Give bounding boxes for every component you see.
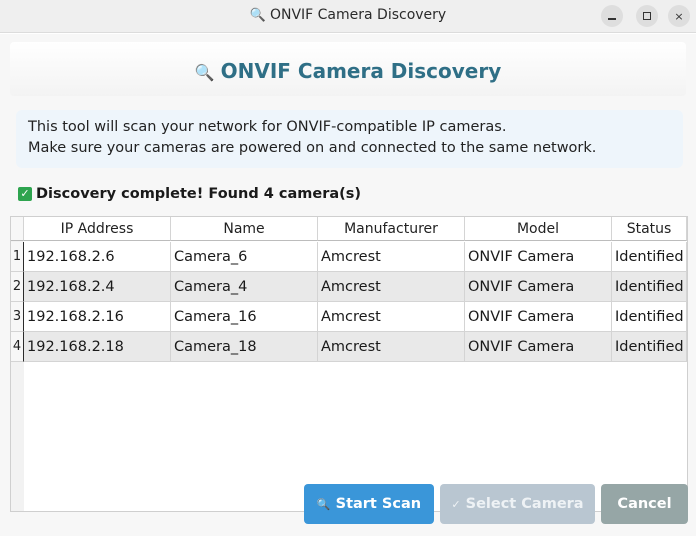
cell-manufacturer[interactable]: Amcrest bbox=[318, 332, 465, 362]
select-camera-button[interactable]: ✓ Select Camera bbox=[440, 484, 595, 524]
close-icon: × bbox=[674, 9, 684, 23]
dialog-content: 🔍 ONVIF Camera Discovery This tool will s… bbox=[0, 34, 696, 536]
minimize-icon bbox=[608, 18, 616, 20]
cell-ip[interactable]: 192.168.2.6 bbox=[24, 242, 171, 272]
cell-model[interactable]: ONVIF Camera bbox=[465, 272, 612, 302]
cell-model[interactable]: ONVIF Camera bbox=[465, 302, 612, 332]
minimize-button[interactable] bbox=[601, 5, 623, 27]
cell-name[interactable]: Camera_18 bbox=[171, 332, 318, 362]
column-header-manufacturer[interactable]: Manufacturer bbox=[318, 217, 465, 241]
search-icon: 🔍 bbox=[249, 8, 266, 23]
check-icon: ✓ bbox=[451, 497, 461, 511]
page-title: 🔍 ONVIF Camera Discovery bbox=[10, 59, 686, 83]
select-camera-label: Select Camera bbox=[465, 496, 584, 512]
table-row[interactable]: 2 192.168.2.4 Camera_4 Amcrest ONVIF Cam… bbox=[11, 272, 687, 302]
search-icon: 🔍 bbox=[194, 63, 215, 82]
cell-status[interactable]: Identified bbox=[612, 242, 687, 272]
info-box: This tool will scan your network for ONV… bbox=[16, 110, 683, 168]
cell-manufacturer[interactable]: Amcrest bbox=[318, 302, 465, 332]
cell-name[interactable]: Camera_4 bbox=[171, 272, 318, 302]
header-banner: 🔍 ONVIF Camera Discovery bbox=[10, 42, 686, 96]
cell-manufacturer[interactable]: Amcrest bbox=[318, 242, 465, 272]
row-number[interactable]: 2 bbox=[11, 272, 24, 302]
status-message: ✓ Discovery complete! Found 4 camera(s) bbox=[18, 186, 361, 202]
cell-status[interactable]: Identified bbox=[612, 332, 687, 362]
window-title-text: ONVIF Camera Discovery bbox=[269, 7, 447, 23]
row-number[interactable]: 3 bbox=[11, 302, 24, 332]
column-header-model[interactable]: Model bbox=[465, 217, 612, 241]
cell-name[interactable]: Camera_6 bbox=[171, 242, 318, 272]
cancel-label: Cancel bbox=[617, 496, 672, 512]
table-corner[interactable] bbox=[11, 217, 24, 241]
table-row[interactable]: 4 192.168.2.18 Camera_18 Amcrest ONVIF C… bbox=[11, 332, 687, 362]
column-header-ip[interactable]: IP Address bbox=[24, 217, 171, 241]
info-line-1: This tool will scan your network for ONV… bbox=[28, 119, 507, 135]
maximize-icon bbox=[643, 12, 651, 20]
camera-table[interactable]: IP Address Name Manufacturer Model Statu… bbox=[10, 216, 688, 512]
table-row[interactable]: 1 192.168.2.6 Camera_6 Amcrest ONVIF Cam… bbox=[11, 242, 687, 272]
cell-name[interactable]: Camera_16 bbox=[171, 302, 318, 332]
cell-model[interactable]: ONVIF Camera bbox=[465, 332, 612, 362]
row-number[interactable]: 1 bbox=[11, 242, 24, 272]
cell-model[interactable]: ONVIF Camera bbox=[465, 242, 612, 272]
table-row[interactable]: 3 192.168.2.16 Camera_16 Amcrest ONVIF C… bbox=[11, 302, 687, 332]
column-header-name[interactable]: Name bbox=[171, 217, 318, 241]
search-icon: 🔍 bbox=[316, 497, 331, 511]
checkmark-icon: ✓ bbox=[18, 187, 32, 201]
start-scan-button[interactable]: 🔍 Start Scan bbox=[304, 484, 434, 524]
window-title: 🔍 ONVIF Camera Discovery bbox=[0, 7, 696, 23]
cell-manufacturer[interactable]: Amcrest bbox=[318, 272, 465, 302]
maximize-button[interactable] bbox=[636, 5, 658, 27]
cell-ip[interactable]: 192.168.2.18 bbox=[24, 332, 171, 362]
close-button[interactable]: × bbox=[668, 5, 690, 27]
start-scan-label: Start Scan bbox=[335, 496, 422, 512]
cancel-button[interactable]: Cancel bbox=[601, 484, 688, 524]
title-bar: 🔍 ONVIF Camera Discovery × bbox=[0, 0, 696, 33]
page-title-text: ONVIF Camera Discovery bbox=[220, 59, 502, 83]
info-line-2: Make sure your cameras are powered on an… bbox=[28, 140, 597, 156]
cell-status[interactable]: Identified bbox=[612, 272, 687, 302]
column-header-status[interactable]: Status bbox=[612, 217, 687, 241]
cell-ip[interactable]: 192.168.2.4 bbox=[24, 272, 171, 302]
status-text: Discovery complete! Found 4 camera(s) bbox=[36, 186, 362, 202]
row-number[interactable]: 4 bbox=[11, 332, 24, 362]
cell-ip[interactable]: 192.168.2.16 bbox=[24, 302, 171, 332]
cell-status[interactable]: Identified bbox=[612, 302, 687, 332]
